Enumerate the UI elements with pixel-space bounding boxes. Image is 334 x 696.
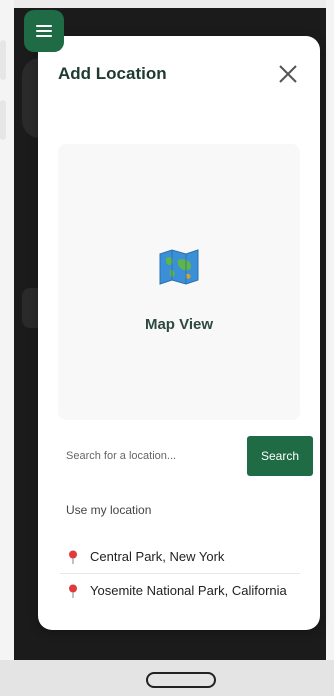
search-button[interactable]: Search	[247, 436, 313, 476]
add-location-modal: Add Location Map View Search Use my loca…	[38, 36, 320, 630]
edge-mark	[0, 40, 6, 80]
close-icon	[279, 65, 297, 83]
map-view[interactable]: Map View	[58, 144, 300, 420]
right-edge	[326, 0, 334, 660]
location-name: Central Park, New York	[90, 549, 225, 564]
pin-icon	[69, 550, 77, 564]
location-item-central-park[interactable]: Central Park, New York	[60, 540, 300, 574]
map-view-label: Map View	[144, 316, 214, 333]
location-list: Central Park, New York Yosemite National…	[60, 540, 300, 607]
use-my-location-link[interactable]: Use my location	[66, 503, 151, 517]
close-button[interactable]	[276, 62, 300, 86]
hamburger-menu-icon	[36, 25, 52, 37]
pin-icon	[69, 584, 77, 598]
menu-button[interactable]	[24, 10, 64, 52]
location-search-input[interactable]	[58, 436, 242, 476]
location-name: Yosemite National Park, California	[90, 583, 287, 598]
location-item-yosemite[interactable]: Yosemite National Park, California	[60, 574, 300, 607]
world-map-icon	[159, 249, 199, 285]
screen: Add Location Map View Search Use my loca…	[0, 0, 334, 696]
edge-mark	[0, 100, 6, 140]
home-pill[interactable]	[146, 672, 216, 688]
system-navigation-bar	[0, 660, 334, 696]
left-edge	[0, 0, 14, 660]
modal-title: Add Location	[58, 64, 167, 83]
